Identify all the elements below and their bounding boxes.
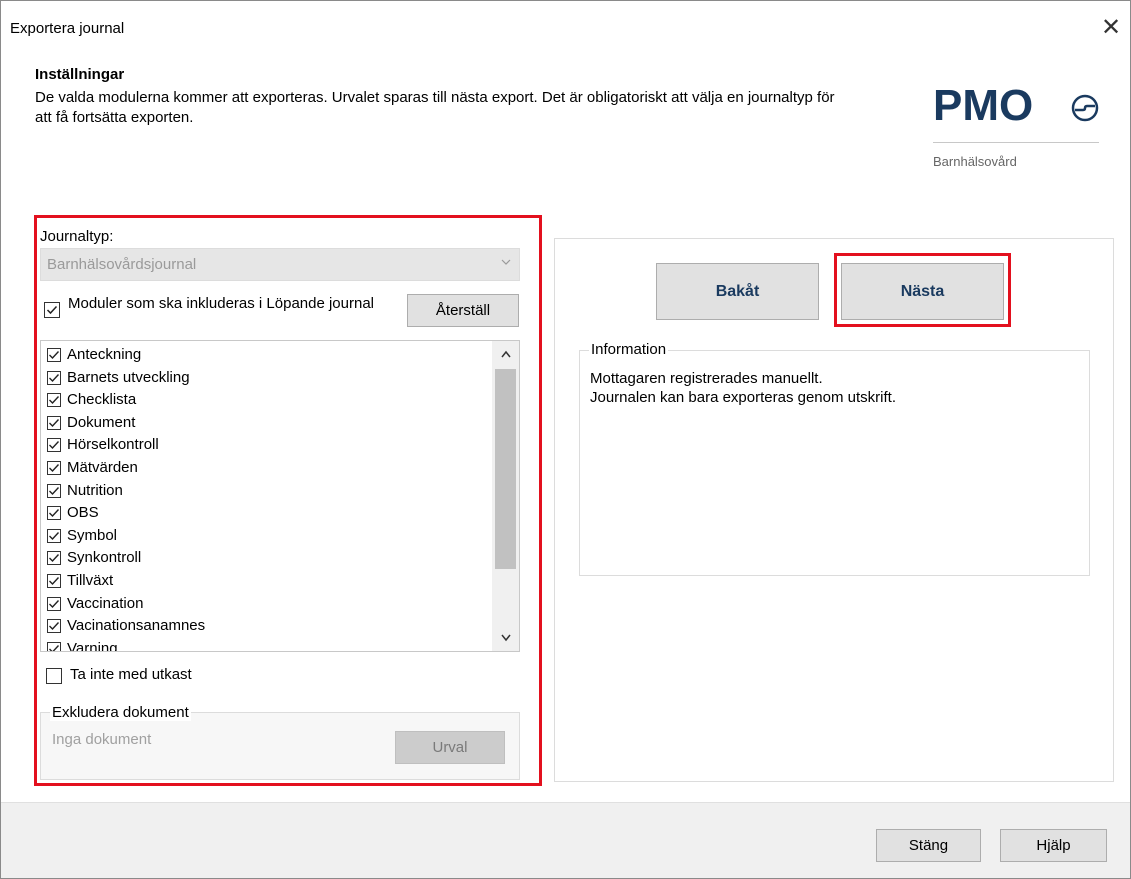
- module-label: Symbol: [67, 526, 118, 544]
- module-checkbox[interactable]: [47, 348, 61, 362]
- checkmark-icon: [49, 531, 60, 540]
- checkmark-icon: [49, 464, 60, 473]
- journaltyp-dropdown[interactable]: Barnhälsovårdsjournal: [40, 248, 520, 281]
- checkmark-icon: [49, 509, 60, 518]
- module-checkbox[interactable]: [47, 596, 61, 611]
- module-checkbox[interactable]: [47, 438, 61, 453]
- checkmark-icon: [49, 418, 60, 427]
- module-label: Checklista: [67, 391, 137, 409]
- checkmark-icon: [49, 577, 60, 586]
- checkmark-icon: [49, 373, 60, 382]
- module-label: Hörselkontroll: [67, 436, 159, 454]
- checkmark-icon: [49, 599, 60, 608]
- title-bar: Exportera journal ✕: [0, 0, 1131, 42]
- module-checkbox[interactable]: [47, 551, 61, 566]
- module-checkbox[interactable]: [47, 415, 61, 430]
- close-button[interactable]: Stäng: [876, 829, 981, 862]
- module-label: Dokument: [67, 413, 136, 431]
- logo-subtitle: Barnhälsovård: [933, 154, 1017, 169]
- module-label: Mätvärden: [67, 459, 138, 476]
- module-checkbox[interactable]: [47, 483, 61, 498]
- journaltyp-label: Journaltyp:: [40, 228, 114, 245]
- module-checkbox[interactable]: [47, 461, 61, 475]
- module-checkbox[interactable]: [47, 393, 61, 408]
- chevron-down-icon: [501, 259, 511, 265]
- journaltyp-selected-value: Barnhälsovårdsjournal: [47, 256, 197, 273]
- pmo-logo: PMO: [933, 81, 1034, 130]
- reset-button[interactable]: Återställ: [407, 294, 519, 327]
- checkmark-icon: [46, 305, 58, 315]
- module-label: Vaccination: [67, 594, 144, 612]
- select-documents-button[interactable]: Urval: [395, 731, 505, 764]
- window-title: Exportera journal: [10, 20, 125, 37]
- help-button[interactable]: Hjälp: [1000, 829, 1107, 862]
- scroll-thumb[interactable]: [495, 369, 516, 569]
- module-label: Synkontroll: [67, 549, 142, 567]
- information-text-line: Mottagaren registrerades manuellt.: [590, 370, 823, 387]
- module-checkbox[interactable]: [47, 619, 61, 634]
- module-label: Tillväxt: [67, 572, 114, 589]
- module-list-scrollbar[interactable]: [492, 341, 519, 651]
- checkmark-icon: [49, 486, 60, 495]
- drafts-checkbox[interactable]: [46, 668, 62, 684]
- drafts-label: Ta inte med utkast: [70, 666, 192, 683]
- module-label: Barnets utveckling: [67, 368, 190, 386]
- module-checkbox[interactable]: [47, 528, 61, 543]
- module-checkbox[interactable]: [47, 506, 61, 521]
- scroll-down-icon[interactable]: [492, 625, 519, 651]
- module-label: Vacinationsanamnes: [67, 617, 206, 635]
- checkmark-icon: [49, 622, 60, 631]
- checkmark-icon: [49, 554, 60, 563]
- module-label: Anteckning: [67, 346, 142, 363]
- information-text-line: Journalen kan bara exporteras genom utsk…: [590, 389, 896, 406]
- modules-toggle-checkbox[interactable]: [44, 302, 60, 318]
- checkmark-icon: [49, 441, 60, 450]
- checkmark-icon: [49, 396, 60, 405]
- modules-toggle-label: Moduler som ska inkluderas i Löpande jou…: [68, 295, 375, 312]
- checkmark-icon: [49, 351, 60, 360]
- module-checkbox[interactable]: [47, 574, 61, 588]
- exclude-documents-empty: Inga dokument: [52, 731, 152, 748]
- close-icon[interactable]: ✕: [1097, 14, 1125, 42]
- scroll-up-icon[interactable]: [492, 341, 519, 367]
- pmo-logo-icon: [1071, 94, 1099, 122]
- back-button[interactable]: Bakåt: [656, 263, 819, 320]
- logo-divider: [933, 142, 1099, 143]
- settings-description: De valda modulerna kommer att exporteras…: [35, 89, 835, 126]
- exclude-documents-legend: Exkludera dokument: [50, 704, 191, 721]
- information-legend: Information: [589, 341, 669, 358]
- module-list[interactable]: Anteckning Barnets utveckling Checklista Do…: [40, 340, 520, 652]
- next-button[interactable]: Nästa: [841, 263, 1004, 320]
- module-label: OBS: [67, 504, 99, 522]
- module-label: Nutrition: [67, 481, 123, 499]
- settings-heading: Inställningar: [35, 66, 125, 83]
- module-checkbox[interactable]: [47, 641, 61, 651]
- module-checkbox[interactable]: [47, 370, 61, 385]
- checkmark-icon: [49, 644, 60, 651]
- module-label: Varning: [67, 639, 118, 652]
